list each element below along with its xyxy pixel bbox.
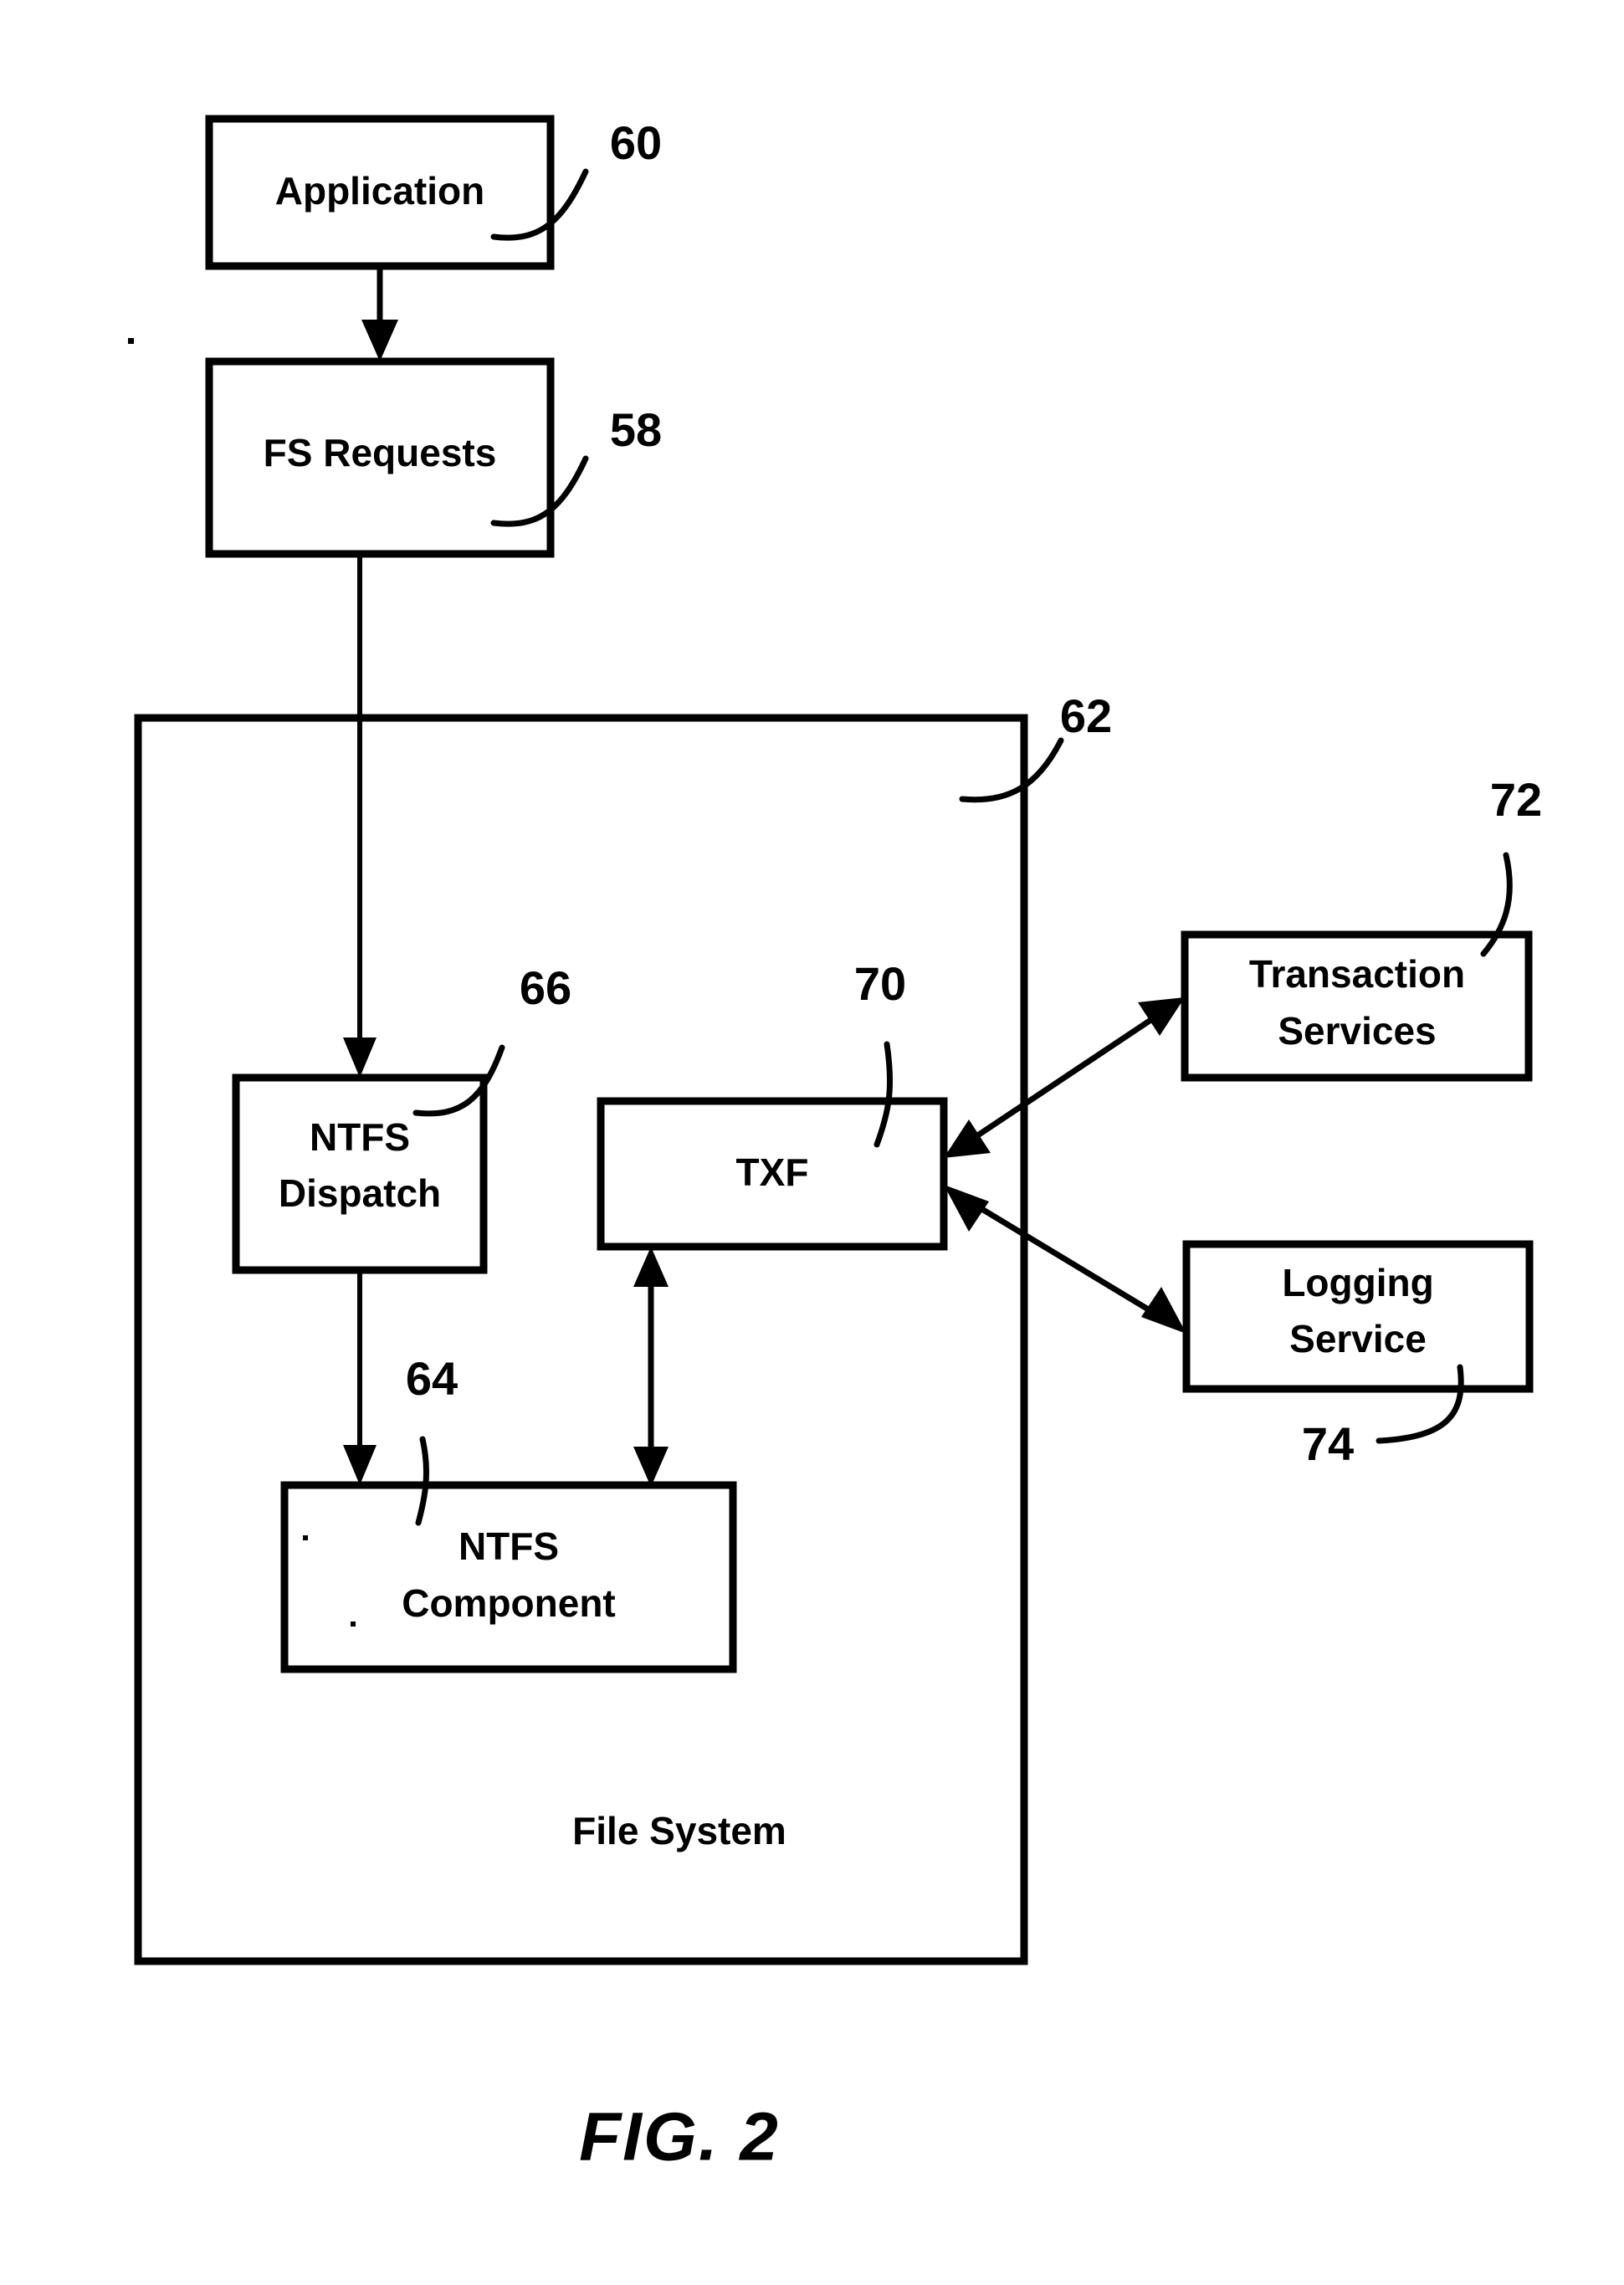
arrowhead-to-transaction-services — [1138, 997, 1185, 1036]
txf-box-label: TXF — [736, 1150, 809, 1194]
leader-line-62 — [959, 737, 1064, 803]
ntfs-dispatch-box-label-line1: NTFS — [310, 1115, 410, 1159]
ref-number-60: 60 — [610, 116, 662, 169]
logging-service-box-label-line1: Logging — [1282, 1261, 1433, 1304]
ntfs-component-box — [280, 1481, 737, 1673]
arrowhead-ntfs-dispatch-to-ntfs-component — [343, 1445, 377, 1485]
ref-number-64: 64 — [406, 1352, 458, 1405]
connector-txf-to-transaction-services — [962, 1008, 1166, 1147]
arrowhead-application-to-fs-requests — [361, 320, 398, 361]
arrowhead-to-logging-service — [1141, 1287, 1186, 1334]
arrowhead-logging-service-to-txf — [944, 1185, 989, 1232]
scan-speck-component-left — [303, 1535, 308, 1540]
ref-number-70: 70 — [854, 957, 906, 1010]
transaction-services-box-label-line1: Transaction — [1249, 952, 1465, 996]
scan-speck-left — [128, 338, 134, 344]
connector-txf-to-logging-service — [962, 1196, 1168, 1323]
ref-number-62: 62 — [1060, 689, 1112, 742]
logging-service-box-label-line2: Service — [1289, 1317, 1427, 1360]
ref-number-58: 58 — [610, 403, 662, 456]
scan-speck-component-bottom — [351, 1622, 356, 1627]
arrowhead-txf-to-ntfs-component-up — [633, 1247, 669, 1287]
arrowhead-txf-to-ntfs-component-down — [633, 1447, 669, 1487]
arrowhead-fs-requests-to-ntfs-dispatch — [343, 1037, 377, 1078]
transaction-services-box-label-line2: Services — [1278, 1009, 1436, 1053]
ntfs-component-box-label-line1: NTFS — [459, 1524, 559, 1568]
fs-requests-box-label: FS Requests — [264, 431, 497, 474]
figure-caption: FIG. 2 — [579, 2099, 780, 2175]
arrowhead-transaction-services-to-txf — [944, 1119, 991, 1158]
file-system-label: File System — [572, 1809, 786, 1852]
ref-number-66: 66 — [520, 961, 571, 1014]
ntfs-dispatch-box-label-line2: Dispatch — [279, 1171, 441, 1215]
diagram-canvas: File System 62 Application 60 FS Request… — [128, 115, 1542, 2175]
patent-figure: File System 62 Application 60 FS Request… — [0, 0, 1624, 2285]
ref-number-74: 74 — [1302, 1417, 1354, 1470]
application-box-label: Application — [275, 169, 484, 213]
ref-number-72: 72 — [1490, 773, 1542, 826]
ntfs-component-box-label-line2: Component — [402, 1581, 616, 1625]
file-system-container — [134, 714, 1028, 1965]
